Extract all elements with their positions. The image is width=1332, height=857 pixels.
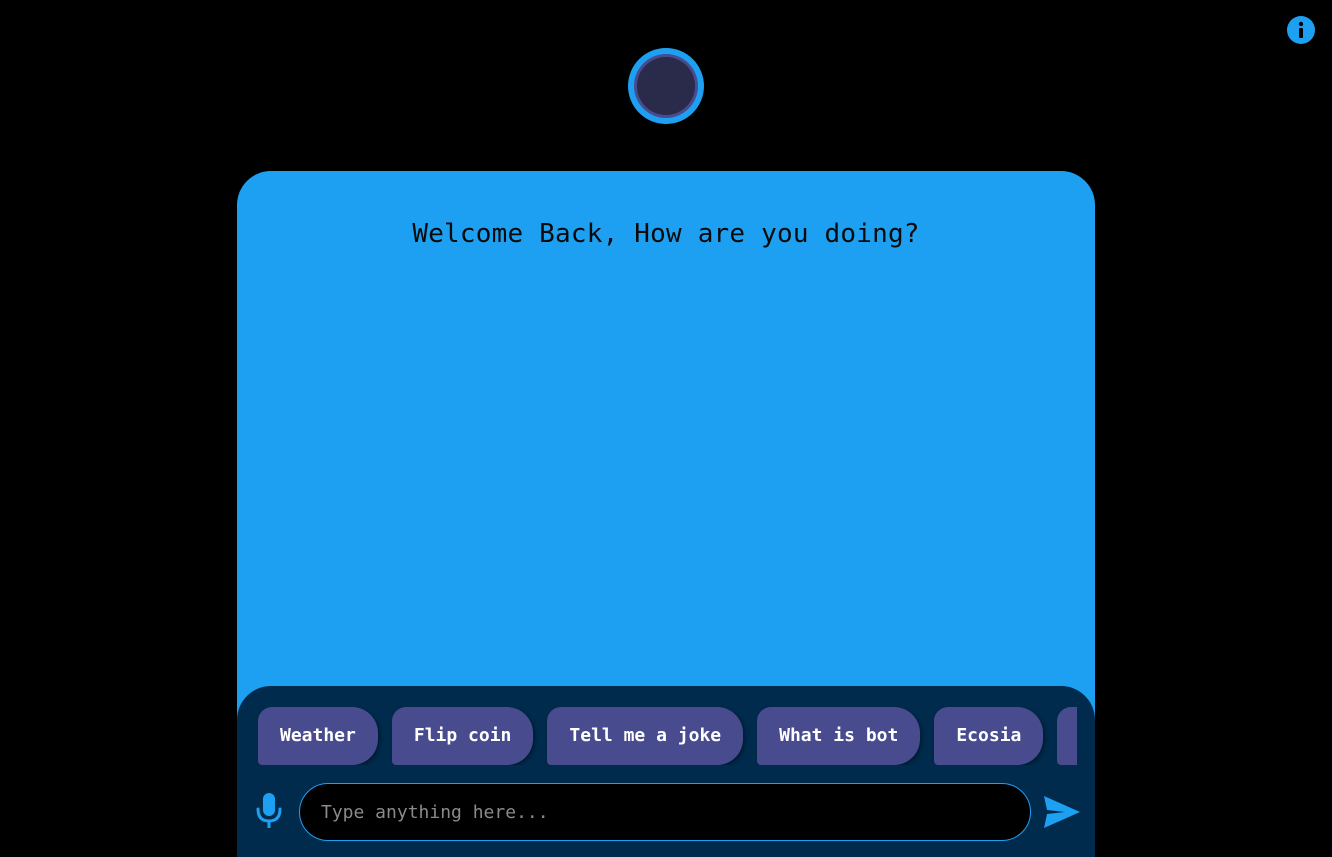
info-icon[interactable] xyxy=(1287,16,1315,44)
composer-panel: Weather Flip coin Tell me a joke What is bo… xyxy=(237,686,1095,857)
suggestion-chip-weather[interactable]: Weather xyxy=(258,707,378,765)
suggestion-chip-flip-coin[interactable]: Flip coin xyxy=(391,707,534,765)
chat-panel: Welcome Back, How are you doing? Weather… xyxy=(237,171,1095,857)
microphone-icon[interactable] xyxy=(255,793,283,829)
suggestion-chip-joke[interactable]: Tell me a joke xyxy=(547,707,744,765)
bot-avatar xyxy=(628,48,704,124)
suggestion-chip-next[interactable] xyxy=(1057,707,1077,765)
message-input[interactable] xyxy=(299,783,1031,841)
suggestion-chip-what-is-bot[interactable]: What is bot xyxy=(757,707,921,765)
suggestion-chip-ecosia[interactable]: Ecosia xyxy=(934,707,1044,765)
suggestion-chips: Weather Flip coin Tell me a joke What is bo… xyxy=(258,707,1077,765)
send-icon[interactable] xyxy=(1043,795,1081,829)
welcome-message: Welcome Back, How are you doing? xyxy=(412,219,920,249)
